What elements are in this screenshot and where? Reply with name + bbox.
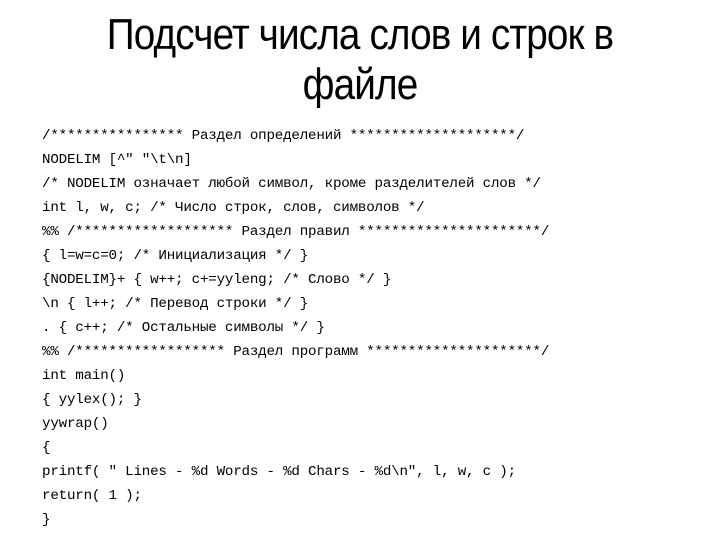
code-line-programs-header: %% /****************** Раздел программ *… xyxy=(42,344,550,360)
code-line: return( 1 ); xyxy=(42,488,142,504)
code-line: yywrap() xyxy=(42,416,109,432)
code-line: NODELIM [^" "\t\n] xyxy=(42,152,192,168)
code-line: int l, w, c; /* Число строк, слов, симво… xyxy=(42,200,425,216)
slide-title: Подсчет числа слов и строк в файле xyxy=(0,10,720,110)
code-line-definitions-header: /**************** Раздел определений ***… xyxy=(42,128,525,144)
code-line: printf( " Lines - %d Words - %d Chars - … xyxy=(42,464,516,480)
code-line: { xyxy=(42,440,51,456)
code-line-rules-header: %% /******************* Раздел правил **… xyxy=(42,224,550,240)
code-line: { yylex(); } xyxy=(42,392,142,408)
code-line: {NODELIM}+ { w++; c+=yyleng; /* Слово */… xyxy=(42,272,392,288)
code-line: { l=w=c=0; /* Инициализация */ } xyxy=(42,248,309,264)
slide-title-text: Подсчет числа слов и строк в файле xyxy=(106,10,614,109)
code-line: } xyxy=(42,512,51,528)
code-line: . { c++; /* Остальные символы */ } xyxy=(42,320,325,336)
code-line: int main() xyxy=(42,368,126,384)
code-line: /* NODELIM означает любой символ, кроме … xyxy=(42,176,541,192)
code-listing: /**************** Раздел определений ***… xyxy=(42,124,702,532)
code-line: \n { l++; /* Перевод строки */ } xyxy=(42,296,309,312)
